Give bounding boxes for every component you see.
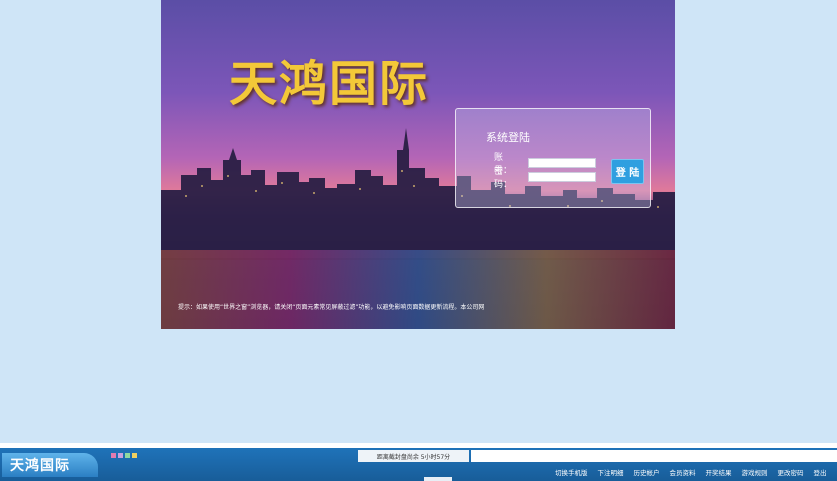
countdown-notice: 距离截封盘尚余 5小时57分: [358, 450, 469, 462]
color-theme-swatch-1[interactable]: [111, 453, 116, 458]
password-input[interactable]: [528, 172, 596, 182]
browser-tip-text: 提示：如果使用“世界之窗”浏览器，请关闭“页面元素常见屏蔽过滤”功能，以避免影响…: [178, 304, 485, 311]
nav-mobile-version[interactable]: 切换手机版: [550, 467, 593, 479]
color-theme-swatch-2[interactable]: [118, 453, 123, 458]
color-theme-swatch-3[interactable]: [125, 453, 130, 458]
login-button[interactable]: 登 陆: [611, 159, 644, 184]
nav-game-rules[interactable]: 游戏规则: [737, 467, 773, 479]
bottom-logo: 天鸿国际: [2, 453, 98, 477]
password-row: 密 码：: [494, 167, 596, 190]
password-label: 密 码：: [494, 167, 513, 190]
account-input[interactable]: [528, 158, 596, 168]
login-panel: 系统登陆 账 号： 密 码： 登 陆: [455, 108, 651, 208]
bottom-nav: 切换手机版 下注明细 历史帐户 会员资料 开奖结果 游戏规则 更改密码 登出: [550, 467, 832, 479]
nav-scroll-indicator: [424, 477, 452, 481]
page-viewport: 天鸿国际 系统登陆 账 号： 密 码： 登 陆 提示：如果使用“世界之窗”浏览器…: [0, 0, 837, 443]
brand-title: 天鸿国际: [229, 56, 430, 112]
color-theme-swatch-4[interactable]: [132, 453, 137, 458]
nav-draw-results[interactable]: 开奖结果: [701, 467, 737, 479]
bottom-toolbar: 天鸿国际 距离截封盘尚余 5小时57分 切换手机版 下注明细 历史帐户 会员资料…: [0, 448, 837, 481]
water-reflection: [161, 250, 675, 329]
notice-box: [471, 450, 837, 462]
hero-banner: 天鸿国际 系统登陆 账 号： 密 码： 登 陆 提示：如果使用“世界之窗”浏览器…: [161, 0, 675, 329]
nav-bet-details[interactable]: 下注明细: [593, 467, 629, 479]
login-title: 系统登陆: [486, 131, 530, 144]
nav-logout[interactable]: 登出: [809, 467, 832, 479]
nav-change-password[interactable]: 更改密码: [773, 467, 809, 479]
nav-member-info[interactable]: 会员资料: [665, 467, 701, 479]
nav-history-account[interactable]: 历史帐户: [629, 467, 665, 479]
